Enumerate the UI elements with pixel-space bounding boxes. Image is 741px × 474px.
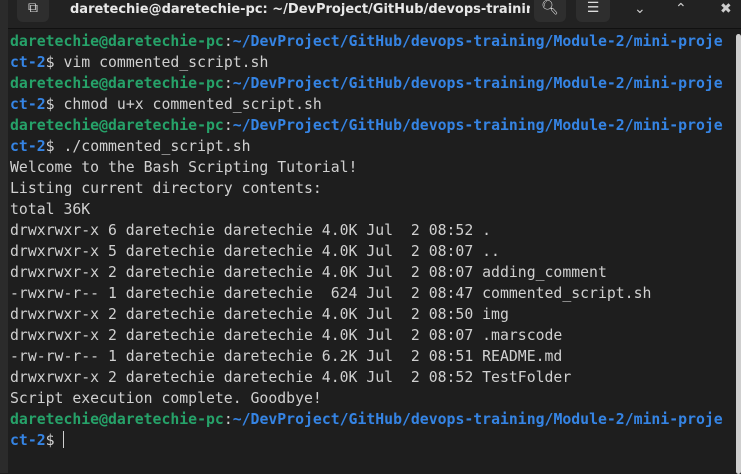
close-icon: ✖ <box>720 1 732 17</box>
prompt-path: ~/DevProject/GitHub/devops-training/Modu… <box>232 75 723 92</box>
output-line: drwxrwxr-x 2 daretechie daretechie 4.0K … <box>10 369 572 386</box>
background-window-edge <box>0 0 8 473</box>
command-line: ct-2$ ./commented_script.sh <box>10 136 732 157</box>
command-line: ct-2$ chmod u+x commented_script.sh <box>10 94 732 115</box>
prompt-path: ~/DevProject/GitHub/devops-training/Modu… <box>232 117 723 134</box>
menu-icon: ☰ <box>586 0 600 16</box>
menu-button[interactable]: ☰ <box>576 0 610 22</box>
search-button[interactable]: 🔍︎ <box>534 0 566 22</box>
command-text: ./commented_script.sh <box>63 138 251 155</box>
minimize-icon: ⌄ <box>634 1 646 17</box>
new-tab-icon: ⧉ <box>28 0 38 16</box>
maximize-icon: ⌃ <box>675 1 687 17</box>
prompt-line: daretechie@daretechie-pc:~/DevProject/Gi… <box>10 409 732 430</box>
close-button[interactable]: ✖ <box>720 0 732 18</box>
prompt-path-cont: ct-2 <box>10 96 46 113</box>
prompt-sep: : <box>223 411 233 428</box>
prompt-sep: : <box>223 117 233 134</box>
output-line: -rwxrw-r-- 1 daretechie daretechie 624 J… <box>10 285 652 302</box>
prompt-path-cont: ct-2 <box>10 54 46 71</box>
output-line: drwxrwxr-x 5 daretechie daretechie 4.0K … <box>10 243 500 260</box>
prompt-line: daretechie@daretechie-pc:~/DevProject/Gi… <box>10 73 732 94</box>
output-line: Listing current directory contents: <box>10 180 322 197</box>
output-line: -rw-rw-r-- 1 daretechie daretechie 6.2K … <box>10 348 563 365</box>
title-bar: ⧉ daretechie@daretechie-pc: ~/DevProject… <box>8 0 741 29</box>
maximize-button[interactable]: ⌃ <box>675 0 687 18</box>
prompt-user: daretechie@daretechie-pc <box>10 117 224 134</box>
prompt-user: daretechie@daretechie-pc <box>10 75 224 92</box>
search-icon: 🔍︎ <box>541 0 559 16</box>
window-title: daretechie@daretechie-pc: ~/DevProject/G… <box>70 2 530 17</box>
command-line: ct-2$ vim commented_script.sh <box>10 52 732 73</box>
prompt-dollar: $ <box>45 54 64 71</box>
prompt-sep: : <box>223 75 233 92</box>
output-line: Script execution complete. Goodbye! <box>10 390 322 407</box>
prompt-path-cont: ct-2 <box>10 138 46 155</box>
prompt-user: daretechie@daretechie-pc <box>10 411 224 428</box>
scrollbar[interactable] <box>736 34 741 474</box>
prompt-line: daretechie@daretechie-pc:~/DevProject/Gi… <box>10 115 732 136</box>
prompt-path-cont: ct-2 <box>10 432 46 449</box>
terminal-output[interactable]: daretechie@daretechie-pc:~/DevProject/Gi… <box>10 31 732 451</box>
minimize-button[interactable]: ⌄ <box>634 0 646 18</box>
prompt-sep: : <box>223 33 233 50</box>
command-text: chmod u+x commented_script.sh <box>63 96 322 113</box>
prompt-dollar: $ <box>45 432 64 449</box>
new-tab-button[interactable]: ⧉ <box>17 0 49 22</box>
command-line: ct-2$ <box>10 430 732 451</box>
output-line: drwxrwxr-x 6 daretechie daretechie 4.0K … <box>10 222 492 239</box>
prompt-path: ~/DevProject/GitHub/devops-training/Modu… <box>232 411 723 428</box>
prompt-dollar: $ <box>45 138 64 155</box>
prompt-path: ~/DevProject/GitHub/devops-training/Modu… <box>232 33 723 50</box>
prompt-dollar: $ <box>45 96 64 113</box>
output-line: total 36K <box>10 201 91 218</box>
prompt-line: daretechie@daretechie-pc:~/DevProject/Gi… <box>10 31 732 52</box>
output-line: drwxrwxr-x 2 daretechie daretechie 4.0K … <box>10 306 509 323</box>
output-line: drwxrwxr-x 2 daretechie daretechie 4.0K … <box>10 327 563 344</box>
output-line: drwxrwxr-x 2 daretechie daretechie 4.0K … <box>10 264 607 281</box>
command-text: vim commented_script.sh <box>63 54 269 71</box>
output-line: Welcome to the Bash Scripting Tutorial! <box>10 159 358 176</box>
text-cursor <box>63 431 65 448</box>
prompt-user: daretechie@daretechie-pc <box>10 33 224 50</box>
